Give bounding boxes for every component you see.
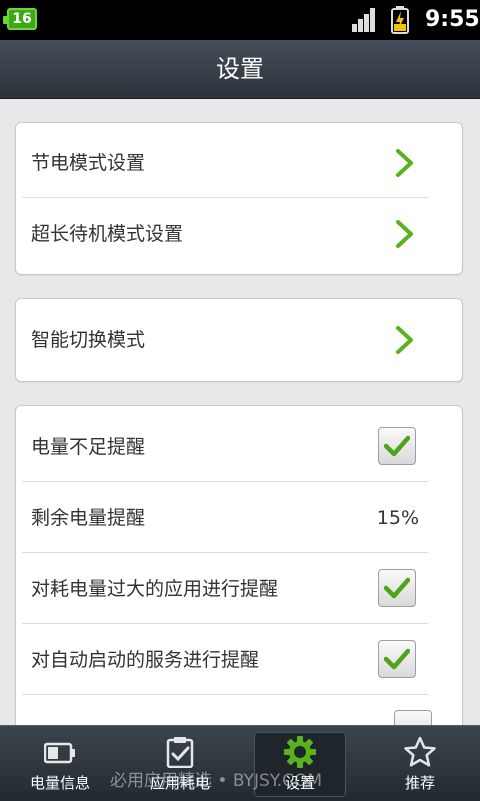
settings-item-remaining-battery-reminder[interactable]: 剩余电量提醒 15% [22, 483, 428, 553]
status-bar: 16 9:55 [0, 0, 480, 40]
settings-item-label: 超长待机模式设置 [31, 223, 184, 245]
title-bar: 设置 [0, 40, 480, 99]
divider [22, 197, 428, 198]
battery-charging-icon [391, 6, 409, 34]
clock-time: 9:55 [425, 7, 480, 32]
divider [22, 694, 428, 695]
nav-label: 推荐 [404, 774, 435, 792]
autostart-service-reminder-checkbox[interactable] [378, 640, 416, 678]
settings-item-label: 节电模式设置 [31, 152, 146, 174]
star-icon [404, 736, 436, 767]
nav-tab-battery-info[interactable]: 电量信息 [0, 726, 120, 801]
settings-item-label: 电量不足提醒 [31, 436, 146, 458]
checkmark-icon [384, 648, 410, 670]
chevron-right-icon [396, 220, 413, 248]
settings-item-label: 对自动启动的服务进行提醒 [31, 649, 260, 671]
battery-level-indicator: 16 [3, 8, 37, 30]
clipboard-check-icon [166, 737, 194, 768]
low-battery-reminder-checkbox[interactable] [378, 427, 416, 465]
chevron-right-icon [396, 149, 413, 177]
chevron-right-icon [396, 326, 413, 354]
signal-bars-icon [352, 8, 376, 32]
settings-item-ultra-standby-mode[interactable]: 超长待机模式设置 [22, 199, 428, 269]
settings-item-power-saving-mode[interactable]: 节电模式设置 [22, 128, 428, 198]
settings-item-label: 对耗电量过大的应用进行提醒 [31, 578, 279, 600]
watermark-text: 必用应用精选 • BYJSY.COM [110, 771, 323, 791]
nav-tab-recommend[interactable]: 推荐 [360, 726, 480, 801]
gear-icon [284, 736, 316, 768]
high-drain-app-reminder-checkbox[interactable] [378, 569, 416, 607]
page-title: 设置 [216, 55, 264, 83]
checkmark-icon [384, 435, 410, 457]
divider [22, 623, 428, 624]
battery-level-text: 16 [12, 11, 32, 27]
settings-item-label: 智能切换模式 [31, 329, 146, 351]
settings-item-smart-switch-mode[interactable]: 智能切换模式 [22, 305, 428, 375]
remaining-battery-threshold-value: 15% [376, 507, 419, 529]
nav-label: 电量信息 [29, 774, 90, 792]
settings-item-low-battery-reminder[interactable]: 电量不足提醒 [22, 412, 428, 482]
settings-item-autostart-service-reminder[interactable]: 对自动启动的服务进行提醒 [22, 625, 428, 695]
divider [22, 481, 428, 482]
divider [22, 552, 428, 553]
checkmark-icon [384, 577, 410, 599]
battery-icon [44, 742, 75, 764]
settings-item-label: 剩余电量提醒 [31, 507, 146, 529]
settings-item-high-drain-app-reminder[interactable]: 对耗电量过大的应用进行提醒 [22, 554, 428, 624]
